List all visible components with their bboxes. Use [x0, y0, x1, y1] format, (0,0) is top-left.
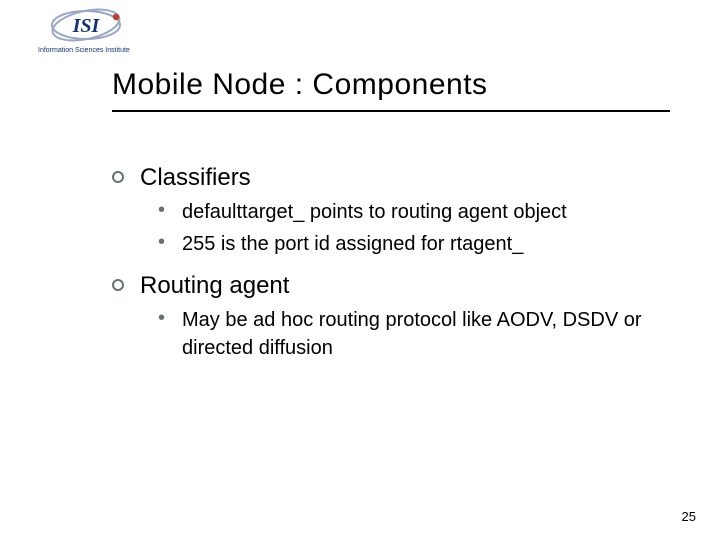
section-classifiers: Classifiers: [112, 164, 672, 192]
list-item: • 255 is the port id assigned for rtagen…: [158, 230, 672, 258]
list-item-text: May be ad hoc routing protocol like AODV…: [182, 306, 672, 362]
list-item: • defaulttarget_ points to routing agent…: [158, 198, 672, 226]
routing-items: • May be ad hoc routing protocol like AO…: [112, 306, 672, 362]
slide-title: Mobile Node : Components: [112, 68, 488, 102]
classifiers-items: • defaulttarget_ points to routing agent…: [112, 198, 672, 258]
disc-bullet-icon: •: [158, 306, 172, 330]
slide-body: Classifiers • defaulttarget_ points to r…: [112, 150, 672, 370]
section-routing-agent: Routing agent: [112, 272, 672, 300]
page-number: 25: [682, 509, 696, 524]
section-label: Classifiers: [140, 164, 251, 192]
circle-bullet-icon: [112, 171, 124, 183]
list-item-text: defaulttarget_ points to routing agent o…: [182, 198, 567, 226]
logo-subtitle-text: Information Sciences Institute: [38, 47, 130, 54]
section-label: Routing agent: [140, 272, 289, 300]
title-underline: [112, 110, 670, 112]
isi-logo: ISI Information Sciences Institute: [38, 8, 138, 56]
list-item-text: 255 is the port id assigned for rtagent_: [182, 230, 523, 258]
logo-primary-text: ISI: [72, 15, 101, 37]
circle-bullet-icon: [112, 279, 124, 291]
disc-bullet-icon: •: [158, 198, 172, 222]
list-item: • May be ad hoc routing protocol like AO…: [158, 306, 672, 362]
disc-bullet-icon: •: [158, 230, 172, 254]
